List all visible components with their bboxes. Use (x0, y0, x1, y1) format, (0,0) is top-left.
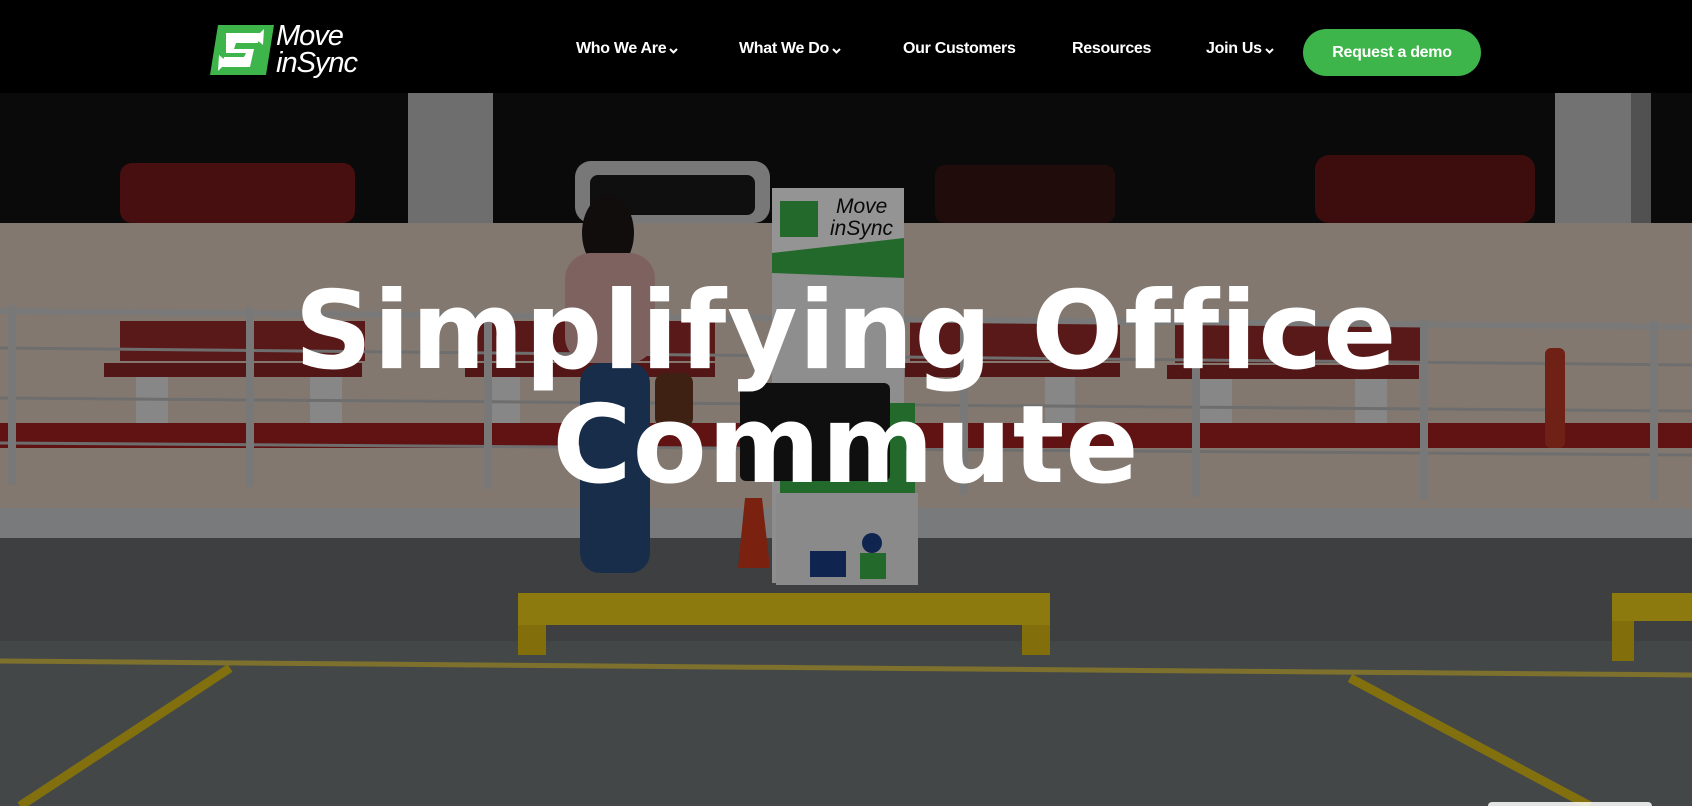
chevron-down-icon (1264, 47, 1274, 54)
nav-label: What We Do (739, 40, 830, 57)
nav-join-us[interactable]: Join Us (1206, 40, 1274, 58)
nav-who-we-are[interactable]: Who We Are (576, 40, 679, 58)
hero-section: Move inSync Simplifying Office Commute (0, 93, 1692, 806)
logo-word-move: Move (276, 20, 344, 52)
chevron-down-icon (832, 47, 841, 54)
nav-label: Resources (1072, 40, 1152, 57)
headline-line-1: Simplifying Office (294, 269, 1398, 394)
nav-label: Join Us (1206, 40, 1262, 57)
headline-line-2: Commute (552, 383, 1140, 508)
logo-word-insync: inSync (276, 47, 358, 79)
request-demo-button[interactable]: Request a demo (1303, 29, 1481, 76)
chevron-down-icon (669, 47, 679, 54)
top-navigation-bar: Move inSync Who We Are What We Do Our Cu… (0, 0, 1692, 93)
corner-widget-tab[interactable] (1488, 802, 1652, 806)
hero-headline: Simplifying Office Commute (0, 275, 1692, 503)
nav-label: Our Customers (903, 40, 1016, 57)
nav-what-we-do[interactable]: What We Do (739, 40, 841, 58)
nav-label: Who We Are (576, 40, 667, 57)
nav-resources[interactable]: Resources (1072, 40, 1151, 58)
logo-s-arrows-icon (210, 25, 274, 75)
logo-wordmark: Move inSync (276, 20, 358, 79)
moveinsync-logo[interactable]: Move inSync (208, 22, 360, 78)
nav-our-customers[interactable]: Our Customers (903, 40, 1016, 58)
